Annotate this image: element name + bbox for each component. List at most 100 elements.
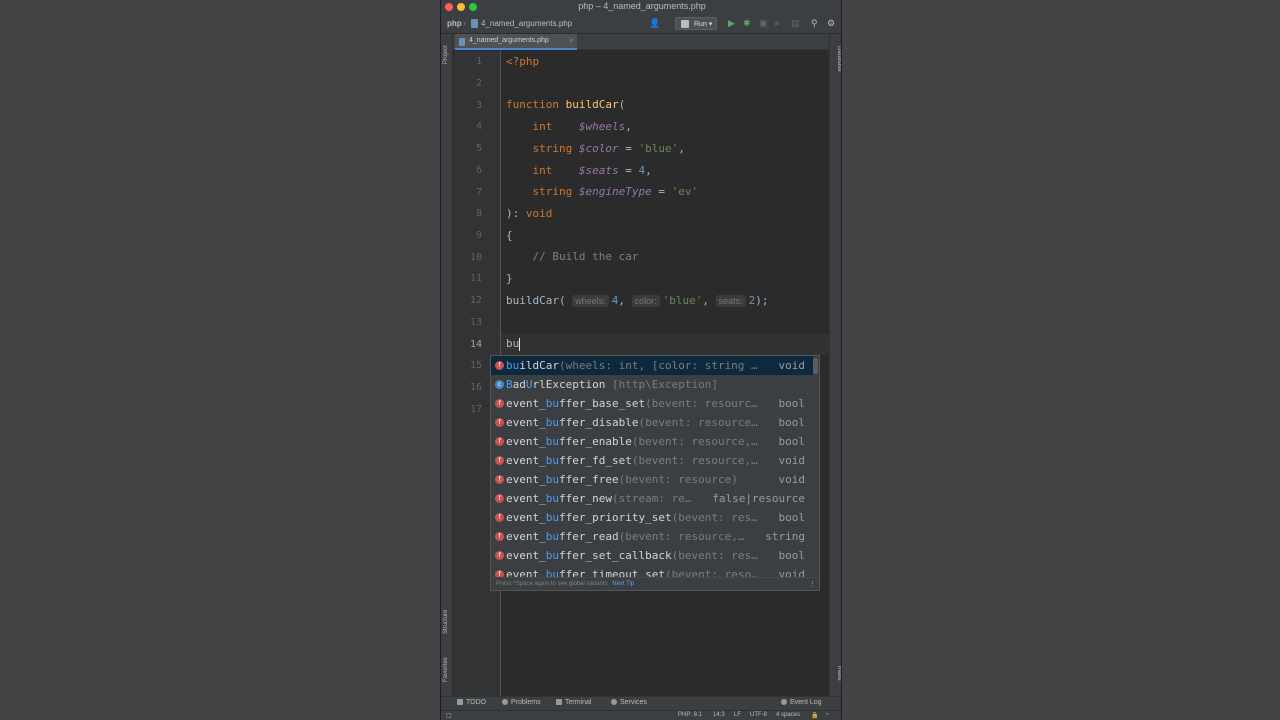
completion-name-prefix: event_ — [506, 416, 546, 429]
match-highlight: bu — [506, 359, 520, 372]
user-icon[interactable]: 👤 — [649, 18, 660, 29]
completion-popup: f buildCar(wheels: int, [color: string …… — [490, 355, 820, 591]
completion-name-rest: ffer_base_set — [559, 397, 646, 410]
match-highlight: bu — [545, 530, 559, 543]
code-line-6: int $seats = 4, — [506, 163, 652, 179]
completion-return-type: bool — [778, 511, 806, 524]
completion-item[interactable]: f event_buffer_set_callback(bevent: res…… — [491, 546, 813, 565]
services-tool-button[interactable]: Services — [611, 699, 647, 706]
stop-icon[interactable]: ■ — [774, 18, 779, 29]
editor-tabs: 4_named_arguments.php × — [453, 34, 829, 50]
window-title: php – 4_named_arguments.php — [578, 1, 706, 11]
code-line-3: function buildCar( — [506, 97, 625, 113]
variable: $engineType — [578, 185, 652, 198]
next-tip-link[interactable]: Next Tip — [612, 581, 634, 587]
line-separator[interactable]: LF — [734, 712, 741, 718]
terminal-tool-button[interactable]: Terminal — [556, 699, 591, 706]
completion-signature: (bevent: resource,… — [631, 435, 758, 448]
completion-name-prefix: event_ — [506, 435, 546, 448]
completion-item[interactable]: f buildCar(wheels: int, [color: string …… — [491, 356, 813, 375]
line-number: 6 — [475, 165, 482, 176]
completion-signature: (wheels: int, [color: string … — [559, 359, 758, 372]
notifications-icon[interactable]: ◔ — [825, 712, 829, 718]
make-tool-tab[interactable]: make — [836, 666, 841, 681]
run-config-icon — [681, 20, 689, 28]
build-icon[interactable]: ▤ — [791, 18, 800, 29]
completion-return-type: void — [774, 356, 805, 375]
indent-setting[interactable]: 4 spaces — [776, 712, 800, 718]
problems-tool-button[interactable]: Problems — [502, 699, 541, 706]
completion-tip: Press ^Space again to see global variant… — [496, 581, 608, 587]
completion-item[interactable]: f event_buffer_enable(bevent: resource,…… — [491, 432, 813, 451]
completion-signature: (bevent: res… — [671, 549, 758, 562]
function-name: buildCar — [565, 98, 619, 111]
debug-icon[interactable]: ✱ — [743, 18, 751, 29]
search-icon[interactable]: ⚲ — [811, 18, 818, 29]
run-config-dropdown[interactable]: Run ▾ — [675, 17, 717, 30]
completion-name-rest: ildCar — [519, 359, 559, 372]
completion-item[interactable]: f event_buffer_priority_set(bevent: res…… — [491, 508, 813, 527]
list-icon — [457, 699, 463, 705]
navigation-bar: php › 4_named_arguments.php 👤 Run ▾ ▶ ✱ … — [441, 14, 841, 34]
favorites-tool-tab[interactable]: Favorites — [443, 657, 449, 682]
completion-item[interactable]: f event_buffer_new(stream: re… false|res… — [491, 489, 813, 508]
punctuation: , — [625, 120, 632, 133]
breadcrumb-file[interactable]: 4_named_arguments.php — [481, 19, 572, 28]
function-icon: f — [495, 437, 504, 446]
coverage-icon[interactable]: ▣ — [759, 18, 768, 29]
breadcrumb-project[interactable]: php — [447, 19, 462, 28]
completion-footer: Press ^Space again to see global variant… — [491, 577, 819, 590]
completion-name-rest: ffer_disable — [559, 416, 639, 429]
function-icon: f — [495, 513, 504, 522]
keyword: function — [506, 98, 559, 111]
terminal-label: Terminal — [565, 699, 592, 706]
completion-name-part: ad — [512, 378, 526, 391]
todo-tool-button[interactable]: TODO — [457, 699, 486, 706]
line-number: 5 — [475, 143, 482, 154]
match-highlight: bu — [545, 416, 559, 429]
line-number: 4 — [475, 121, 482, 132]
completion-namespace: [http\Exception] — [605, 378, 718, 391]
completion-item[interactable]: f event_buffer_disable(bevent: resource…… — [491, 413, 813, 432]
variable: $color — [578, 142, 619, 155]
database-tool-tab[interactable]: Database — [836, 46, 841, 72]
tab-4-named-arguments[interactable]: 4_named_arguments.php × — [455, 34, 577, 50]
function-icon: f — [495, 399, 504, 408]
structure-tool-tab[interactable]: Structure — [443, 610, 449, 634]
parameter-hint: seats: — [715, 295, 746, 307]
code-line-1: <?php — [506, 54, 539, 70]
completion-scrollbar[interactable] — [813, 358, 818, 374]
completion-item[interactable]: c BadUrlException [http\Exception] — [491, 375, 813, 394]
variable: $seats — [578, 164, 619, 177]
completion-item[interactable]: f event_buffer_base_set(bevent: resourc…… — [491, 394, 813, 413]
run-icon[interactable]: ▶ — [728, 18, 735, 29]
caret-position[interactable]: 14:3 — [713, 712, 725, 718]
brace: } — [506, 272, 513, 285]
completion-item[interactable]: f event_buffer_read(bevent: resource,… s… — [491, 527, 813, 546]
completion-name: event_buffer_priority_set(bevent: res… — [506, 508, 758, 527]
match-highlight: bu — [545, 511, 559, 524]
completion-item[interactable]: f event_buffer_fd_set(bevent: resource,…… — [491, 451, 813, 470]
services-label: Services — [620, 699, 647, 706]
php-version[interactable]: PHP: 8.1 — [678, 712, 702, 718]
settings-gear-icon[interactable]: ⚙ — [827, 18, 835, 29]
punctuation: ); — [755, 294, 769, 307]
line-number: 17 — [469, 404, 482, 415]
close-tab-icon[interactable]: × — [569, 36, 574, 45]
completion-name-prefix: event_ — [506, 549, 546, 562]
status-layout-icon[interactable]: ▢ — [446, 712, 452, 719]
project-tool-tab[interactable]: Project — [443, 45, 449, 64]
variable: $wheels — [578, 120, 626, 133]
completion-item[interactable]: f event_buffer_free(bevent: resource) vo… — [491, 470, 813, 489]
punctuation: , — [618, 294, 632, 307]
completion-name-rest: ffer_priority_set — [559, 511, 672, 524]
event-log-button[interactable]: Event Log — [781, 699, 822, 706]
completion-signature: (stream: re… — [611, 492, 692, 505]
match-highlight: bu — [545, 454, 559, 467]
lock-icon[interactable]: 🔒 — [811, 712, 818, 719]
code-line-8: ): void — [506, 206, 552, 222]
match-highlight: bu — [545, 549, 559, 562]
operator: = — [618, 142, 639, 155]
file-encoding[interactable]: UTF-8 — [750, 712, 767, 718]
more-options-icon[interactable]: ⋮ — [809, 579, 816, 590]
